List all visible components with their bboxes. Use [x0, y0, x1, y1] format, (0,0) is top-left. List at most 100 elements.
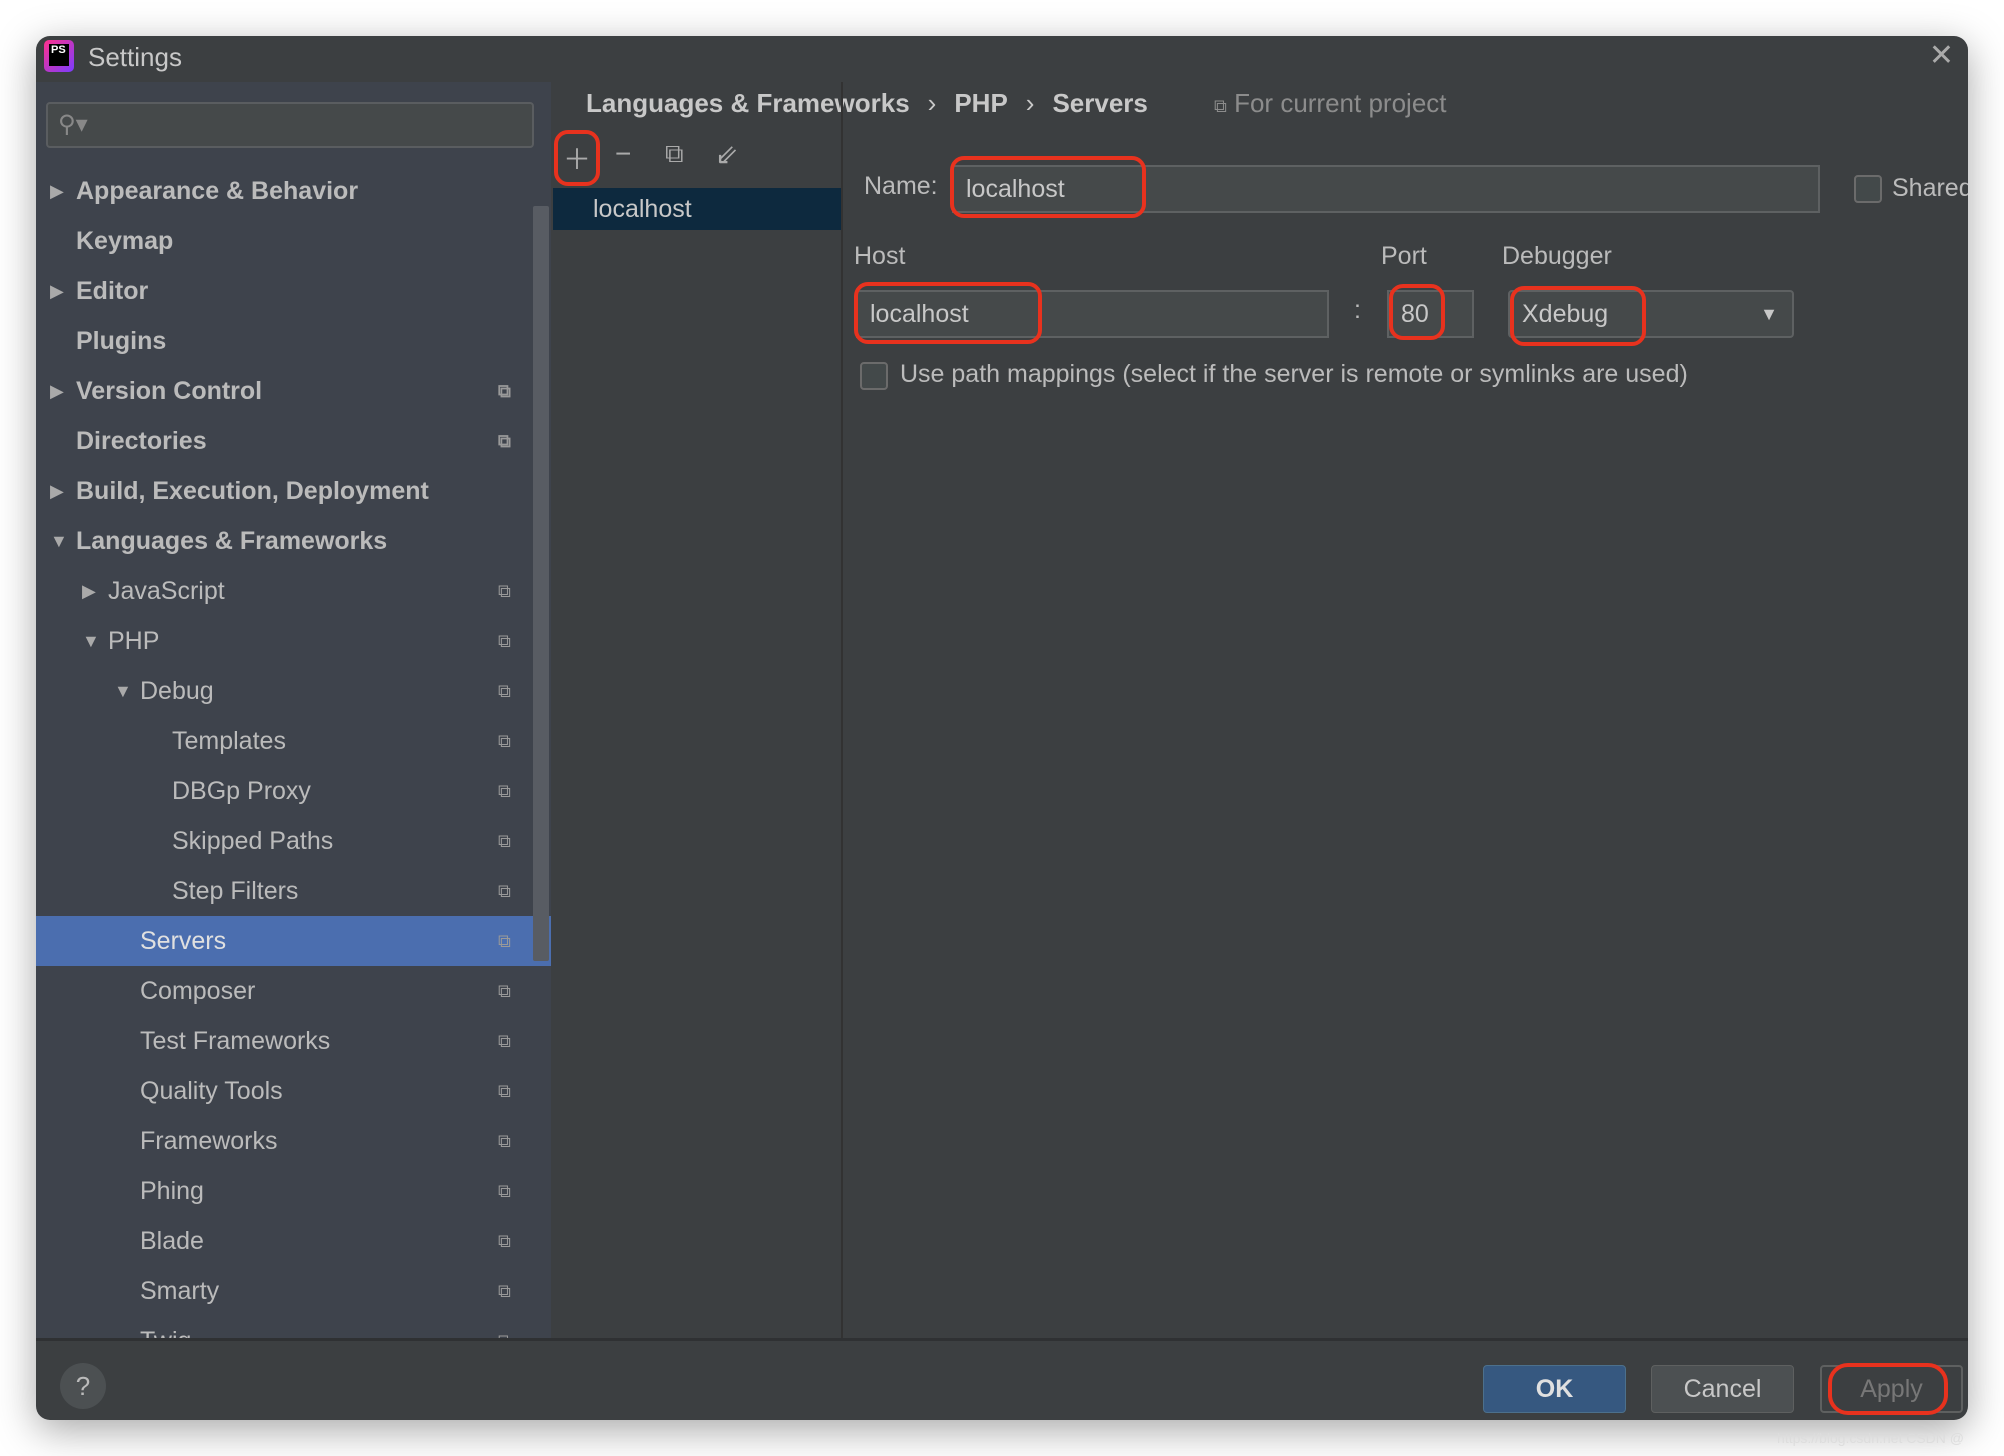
sidebar-item-label: Templates: [172, 727, 286, 755]
chevron-right-icon[interactable]: ▶: [50, 166, 64, 216]
project-copy-icon: ⧉: [498, 381, 511, 401]
annotation-add: [554, 130, 600, 186]
project-copy-icon: ⧉: [498, 1031, 511, 1051]
chevron-right-icon[interactable]: ▶: [50, 266, 64, 316]
chevron-right-icon[interactable]: ▶: [50, 466, 64, 516]
sidebar-item[interactable]: ▼ PHP ⧉: [36, 616, 551, 666]
remove-icon[interactable]: −: [615, 138, 631, 170]
chevron-down-icon[interactable]: ▼: [50, 516, 68, 566]
sidebar-item[interactable]: Twig ⧉: [36, 1316, 551, 1338]
help-button[interactable]: ?: [60, 1363, 106, 1409]
sidebar-item[interactable]: Composer ⧉: [36, 966, 551, 1016]
breadcrumb-item: Servers: [1052, 88, 1148, 118]
debugger-label: Debugger: [1502, 242, 1612, 270]
chevron-right-icon[interactable]: ▶: [82, 566, 96, 616]
sidebar-item-label: Smarty: [140, 1277, 220, 1305]
sidebar-item-label: Phing: [140, 1177, 204, 1205]
chevron-down-icon[interactable]: ▼: [82, 616, 100, 666]
sidebar-item-label: Blade: [140, 1227, 204, 1255]
sidebar-item[interactable]: ▶ Editor: [36, 266, 551, 316]
search-input[interactable]: ⚲▾: [46, 102, 534, 148]
project-copy-icon: ⧉: [498, 681, 511, 701]
sidebar-item-label: Skipped Paths: [172, 827, 334, 855]
sidebar-item-label: Twig: [140, 1316, 191, 1338]
sidebar-item[interactable]: Keymap: [36, 216, 551, 266]
project-copy-icon: ⧉: [498, 831, 511, 851]
annotation-debugger: [1510, 286, 1646, 346]
annotation-apply: [1828, 1363, 1948, 1415]
sidebar-item[interactable]: ▶ Version Control ⧉: [36, 366, 551, 416]
sidebar-item[interactable]: Skipped Paths ⧉: [36, 816, 551, 866]
sidebar-item[interactable]: ▼ Languages & Frameworks: [36, 516, 551, 566]
sidebar-item-label: Editor: [76, 277, 149, 305]
dialog-footer: ? OK Cancel Apply: [36, 1338, 1968, 1420]
title-bar: PS Settings ✕: [36, 36, 1968, 82]
sidebar-item-label: Servers: [140, 927, 227, 955]
watermark: https://blog.csdn.net CSDN @: [1777, 1430, 1964, 1446]
chevron-down-icon: ▼: [1760, 303, 1778, 324]
sidebar-item[interactable]: Step Filters ⧉: [36, 866, 551, 916]
port-label: Port: [1381, 242, 1427, 270]
project-copy-icon: ⧉: [1214, 96, 1227, 116]
server-list-item[interactable]: localhost: [553, 188, 841, 230]
project-copy-icon: ⧉: [498, 1281, 511, 1301]
sidebar-item[interactable]: Quality Tools ⧉: [36, 1066, 551, 1116]
sidebar-item-label: Composer: [140, 977, 256, 1005]
settings-dialog: PS Settings ✕ ⚲▾ ▶ Appearance & Behavior K…: [36, 36, 1968, 1420]
annotation-port: [1389, 284, 1445, 340]
sidebar-item[interactable]: Blade ⧉: [36, 1216, 551, 1266]
sidebar-item-label: Version Control: [76, 377, 263, 405]
ok-button[interactable]: OK: [1483, 1365, 1626, 1413]
project-copy-icon: ⧉: [498, 881, 511, 901]
shared-label: Shared: [1892, 174, 1968, 202]
sidebar-item[interactable]: Frameworks ⧉: [36, 1116, 551, 1166]
sidebar-item-label: JavaScript: [108, 577, 225, 605]
chevron-right-icon[interactable]: ▶: [50, 366, 64, 416]
sidebar-item[interactable]: Smarty ⧉: [36, 1266, 551, 1316]
project-copy-icon: ⧉: [498, 731, 511, 751]
sidebar-scrollbar[interactable]: [533, 206, 549, 961]
project-copy-icon: ⧉: [498, 1131, 511, 1151]
project-copy-icon: ⧉: [498, 1316, 511, 1338]
copy-icon[interactable]: ⧉: [665, 138, 684, 170]
cancel-button[interactable]: Cancel: [1651, 1365, 1794, 1413]
sidebar-item[interactable]: Servers ⧉: [36, 916, 551, 966]
sidebar-item[interactable]: ▶ Appearance & Behavior: [36, 166, 551, 216]
import-icon[interactable]: ⇙: [715, 138, 738, 171]
path-mappings-checkbox[interactable]: [860, 362, 888, 390]
window-title: Settings: [88, 42, 182, 72]
sidebar-item-label: Quality Tools: [140, 1077, 283, 1105]
scope-text: For current project: [1234, 88, 1447, 118]
shared-checkbox[interactable]: [1854, 175, 1882, 203]
sidebar-item[interactable]: DBGp Proxy ⧉: [36, 766, 551, 816]
sidebar-item-label: DBGp Proxy: [172, 777, 311, 805]
sidebar-item-label: Directories: [76, 427, 207, 455]
sidebar-item[interactable]: ▶ JavaScript ⧉: [36, 566, 551, 616]
breadcrumb-item[interactable]: PHP: [954, 88, 1007, 118]
colon-separator: :: [1354, 296, 1361, 324]
project-copy-icon: ⧉: [498, 1181, 511, 1201]
project-copy-icon: ⧉: [498, 781, 511, 801]
sidebar-item[interactable]: ▼ Debug ⧉: [36, 666, 551, 716]
chevron-down-icon[interactable]: ▼: [114, 666, 132, 716]
project-copy-icon: ⧉: [498, 1231, 511, 1251]
sidebar-item[interactable]: Test Frameworks ⧉: [36, 1016, 551, 1066]
sidebar-item[interactable]: Phing ⧉: [36, 1166, 551, 1216]
annotation-name: [950, 156, 1146, 218]
sidebar-item[interactable]: Plugins: [36, 316, 551, 366]
path-mappings-label: Use path mappings (select if the server …: [900, 360, 1688, 388]
project-copy-icon: ⧉: [498, 431, 511, 451]
close-icon[interactable]: ✕: [1929, 38, 1954, 73]
breadcrumb-separator: ›: [1025, 88, 1035, 118]
sidebar-item-label: Languages & Frameworks: [76, 527, 388, 555]
name-label: Name:: [864, 172, 938, 200]
servers-list-panel: ＋ − ⧉ ⇙ localhost: [551, 82, 843, 1338]
sidebar-item[interactable]: Directories ⧉: [36, 416, 551, 466]
sidebar-item[interactable]: ▶ Build, Execution, Deployment: [36, 466, 551, 516]
host-label: Host: [854, 242, 906, 270]
project-copy-icon: ⧉: [498, 1081, 511, 1101]
sidebar-item[interactable]: Templates ⧉: [36, 716, 551, 766]
project-copy-icon: ⧉: [498, 931, 511, 951]
phpstorm-logo: PS: [44, 40, 74, 72]
sidebar-item-label: Keymap: [76, 227, 174, 255]
